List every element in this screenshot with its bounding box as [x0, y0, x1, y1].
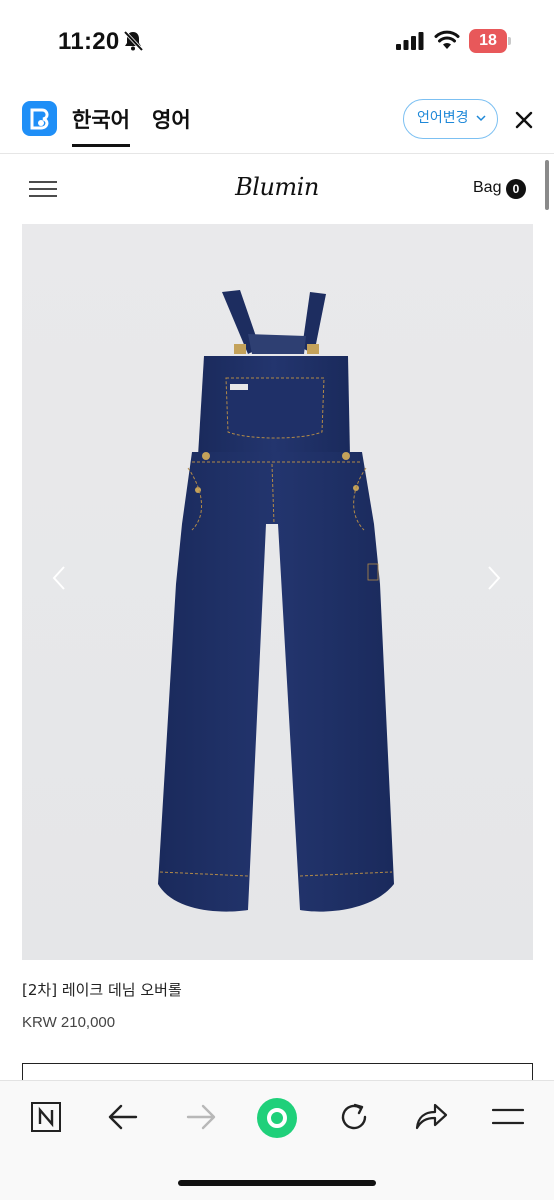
change-language-label: 언어변경 [417, 110, 469, 126]
close-icon[interactable] [514, 110, 534, 130]
back-icon[interactable] [108, 1103, 138, 1131]
chevron-down-icon [476, 115, 486, 122]
battery-level: 18 [479, 32, 497, 49]
previous-image-icon[interactable] [52, 565, 66, 591]
naver-home-icon[interactable] [30, 1101, 62, 1133]
translator-app-icon[interactable] [22, 101, 57, 136]
tab-english[interactable]: 영어 [152, 104, 191, 134]
wifi-icon [434, 30, 460, 49]
next-image-icon[interactable] [487, 565, 501, 591]
bag-link[interactable]: Bag [473, 179, 501, 197]
translator-logo-glyph [30, 108, 49, 130]
brand-logo[interactable]: Blumin [0, 173, 554, 201]
translate-bar: 한국어 영어 언어변경 [0, 84, 554, 154]
reload-icon[interactable] [338, 1101, 370, 1133]
status-time: 11:20 [58, 28, 120, 55]
green-dot-icon[interactable] [256, 1097, 298, 1139]
battery-tip [508, 37, 511, 45]
overalls-illustration [158, 290, 394, 912]
bag-count-badge: 0 [506, 179, 526, 199]
status-bar: 11:20 18 [0, 0, 554, 84]
site-header: Blumin Bag 0 [0, 155, 554, 223]
page-scrollbar[interactable] [545, 160, 549, 210]
home-indicator[interactable] [178, 1180, 376, 1186]
menu-icon[interactable] [492, 1107, 524, 1127]
battery-icon: 18 [469, 29, 507, 53]
product-price: KRW 210,000 [22, 1014, 116, 1031]
change-language-button[interactable]: 언어변경 [403, 99, 498, 139]
product-name: [2차] 레이크 데님 오버롤 [22, 981, 182, 999]
share-icon[interactable] [414, 1101, 448, 1131]
tab-korean[interactable]: 한국어 [72, 104, 130, 147]
product-image[interactable] [22, 224, 533, 960]
bell-slash-icon [123, 30, 144, 52]
forward-icon[interactable] [186, 1103, 216, 1131]
cellular-signal-icon [396, 32, 424, 50]
